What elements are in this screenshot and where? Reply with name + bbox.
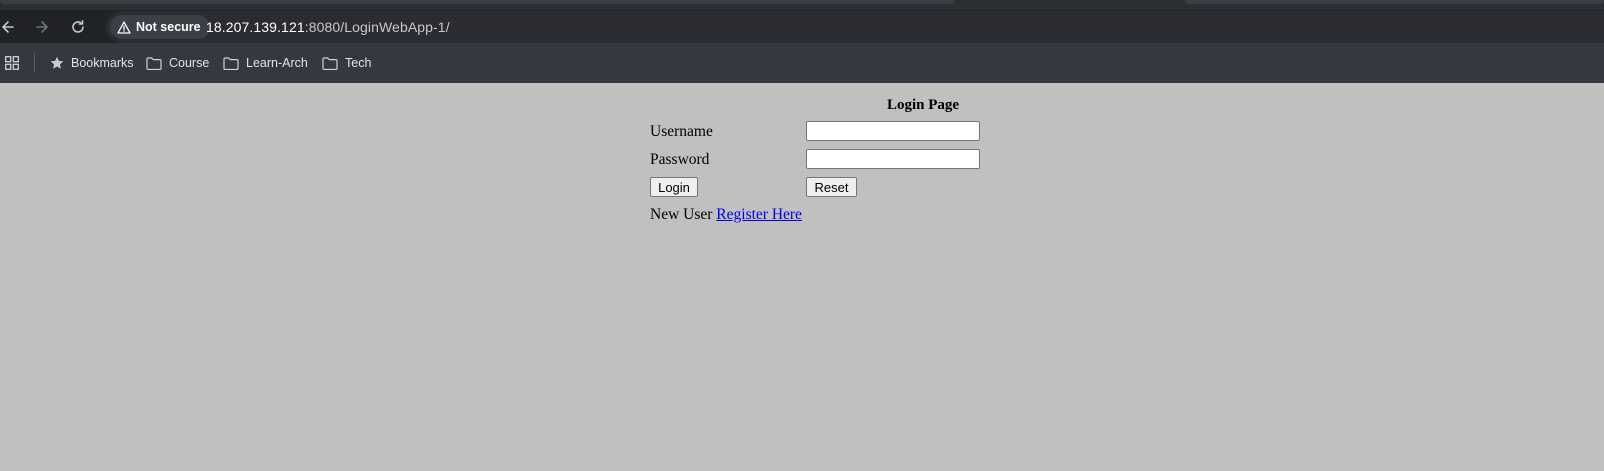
forward-arrow-icon bbox=[36, 21, 48, 33]
bookmark-course[interactable]: Course bbox=[146, 53, 209, 73]
address-bar[interactable]: Not secure 18.207.139.121:8080/LoginWebA… bbox=[106, 11, 1604, 43]
bookmarks-bar: Bookmarks Course Learn-Arch Tech bbox=[0, 43, 1604, 83]
back-arrow-icon bbox=[2, 21, 14, 33]
username-label: Username bbox=[650, 123, 713, 140]
new-user-text: New User bbox=[650, 206, 713, 223]
bookmark-label: Course bbox=[169, 56, 210, 70]
folder-icon bbox=[223, 56, 239, 70]
url-host: 18.207.139.121 bbox=[206, 19, 305, 35]
reload-button[interactable] bbox=[64, 13, 92, 41]
bookmark-bookmarks[interactable]: Bookmarks bbox=[50, 53, 134, 73]
login-button[interactable]: Login bbox=[650, 177, 698, 197]
username-input[interactable] bbox=[806, 121, 980, 141]
bookmark-label: Learn-Arch bbox=[246, 56, 308, 70]
page-content: Login Page Username Password Login Reset… bbox=[0, 83, 1604, 471]
apps-grid-icon bbox=[5, 56, 19, 70]
url-text[interactable]: 18.207.139.121:8080/LoginWebApp-1/ bbox=[206, 19, 450, 35]
bookmarks-separator bbox=[34, 53, 35, 72]
bookmark-label: Bookmarks bbox=[71, 56, 134, 70]
warning-icon bbox=[117, 20, 131, 34]
apps-button[interactable] bbox=[5, 53, 19, 73]
forward-button[interactable] bbox=[28, 13, 56, 41]
password-label: Password bbox=[650, 151, 710, 168]
back-button[interactable] bbox=[0, 13, 22, 41]
reset-button[interactable]: Reset bbox=[806, 177, 857, 197]
tab-strip bbox=[0, 0, 1604, 10]
inactive-tab-edge[interactable] bbox=[1185, 0, 1604, 4]
security-chip[interactable]: Not secure bbox=[110, 15, 210, 39]
page-title: Login Page bbox=[887, 97, 960, 113]
bookmark-label: Tech bbox=[345, 56, 372, 70]
active-tab-edge[interactable] bbox=[0, 0, 955, 4]
bookmark-learn-arch[interactable]: Learn-Arch bbox=[223, 53, 308, 73]
star-icon bbox=[50, 56, 64, 69]
browser-toolbar: Not secure 18.207.139.121:8080/LoginWebA… bbox=[0, 10, 1604, 43]
register-link[interactable]: Register Here bbox=[716, 206, 802, 223]
folder-icon bbox=[146, 56, 162, 70]
reload-icon bbox=[72, 20, 84, 33]
folder-icon bbox=[322, 56, 338, 70]
password-input[interactable] bbox=[806, 149, 980, 169]
security-label: Not secure bbox=[136, 20, 201, 34]
url-path: :8080/LoginWebApp-1/ bbox=[304, 19, 450, 35]
bookmark-tech[interactable]: Tech bbox=[322, 53, 371, 73]
new-user-row: New User Register Here bbox=[650, 206, 802, 224]
